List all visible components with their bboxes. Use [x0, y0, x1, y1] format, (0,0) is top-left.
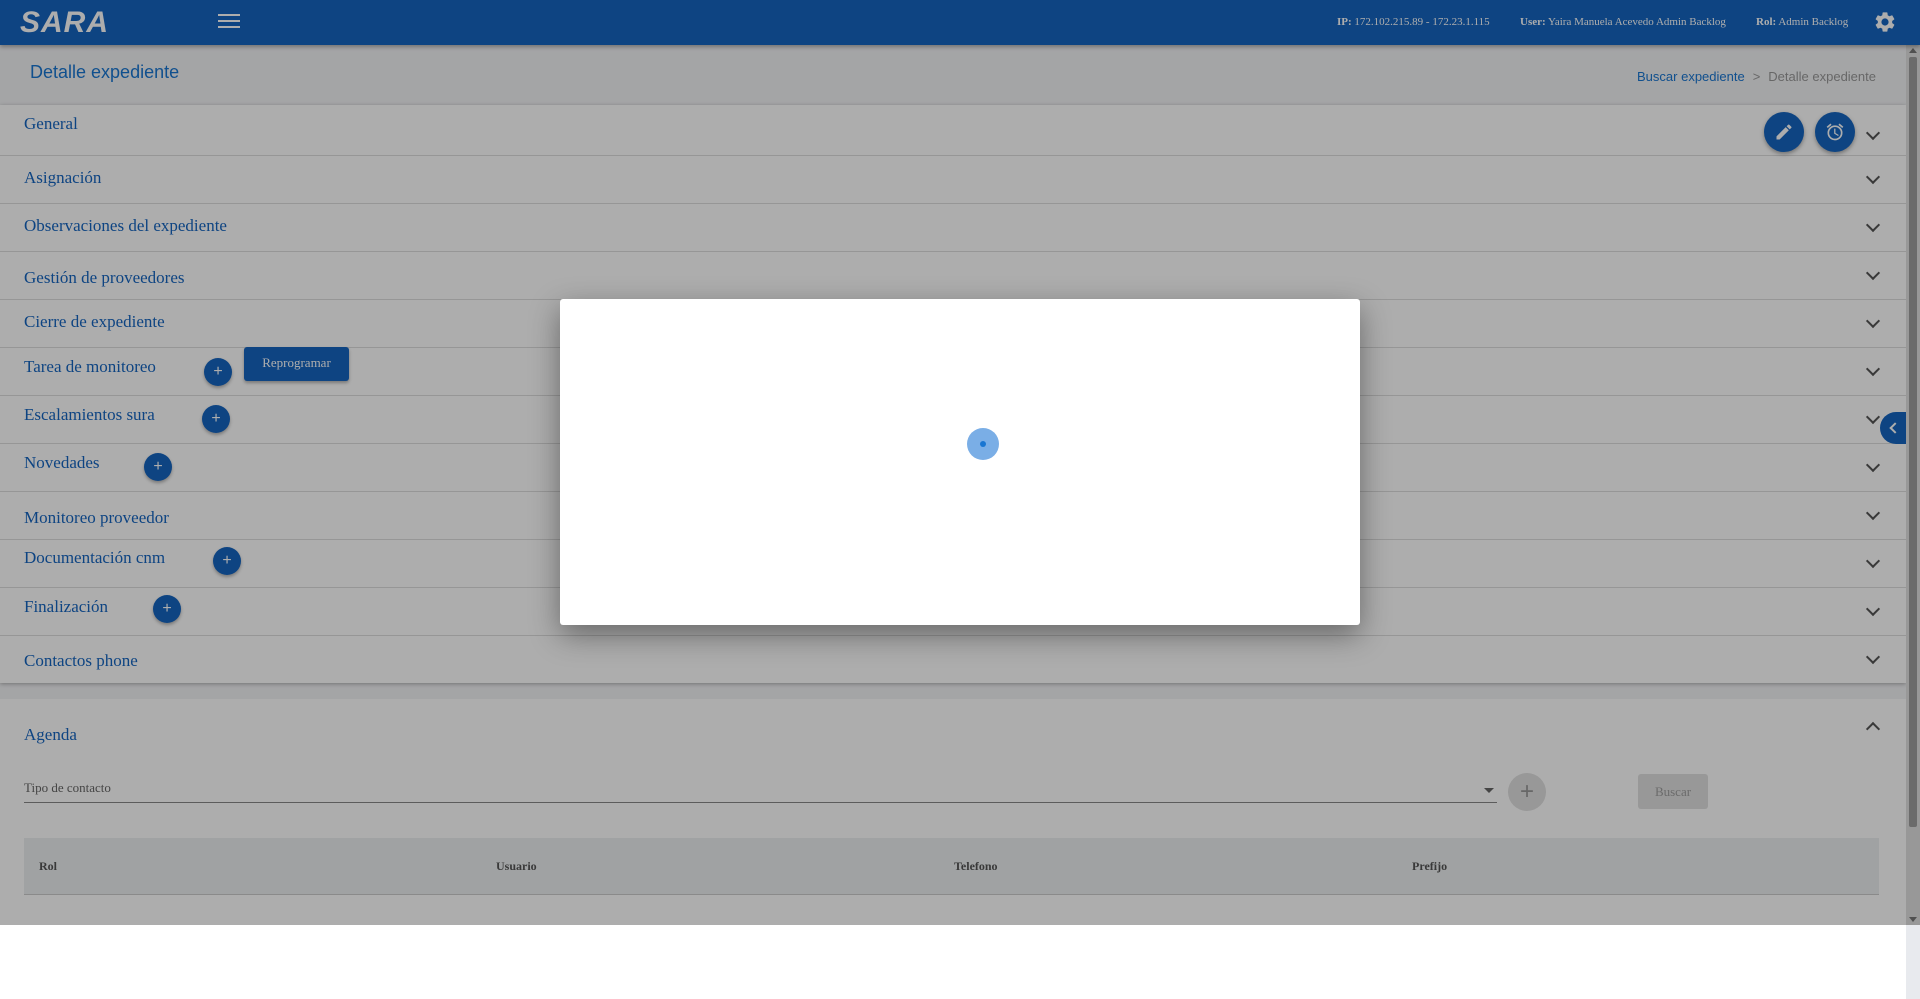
loading-spinner-icon	[967, 428, 999, 460]
loading-dialog	[560, 299, 1360, 625]
